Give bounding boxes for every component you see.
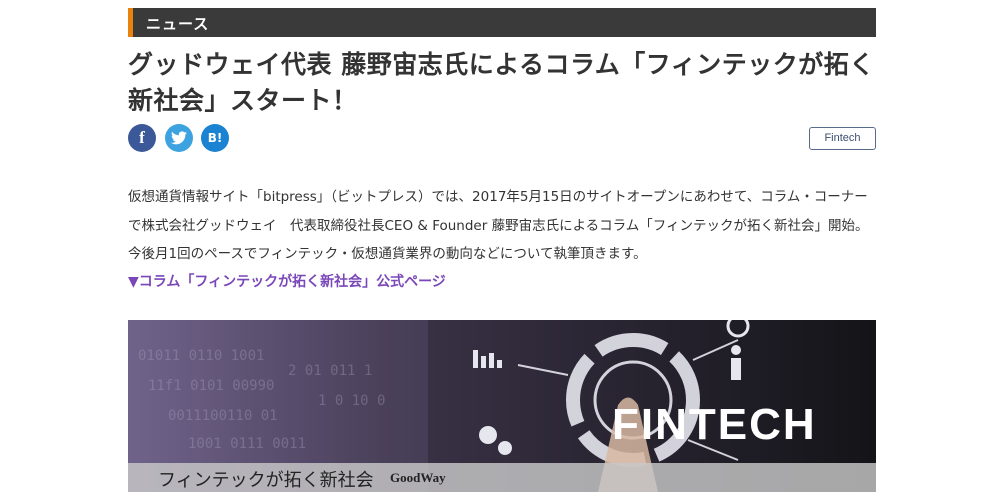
banner-caption: フィンテックが拓く新社会 bbox=[158, 470, 374, 491]
article-title: グッドウェイ代表 藤野宙志氏によるコラム「フィンテックが拓く新社会」スタート！ bbox=[128, 50, 875, 115]
section-header: ニュース bbox=[128, 8, 876, 37]
section-label: ニュース bbox=[146, 15, 210, 33]
tag-fintech[interactable]: Fintech bbox=[809, 127, 876, 150]
twitter-share-button[interactable] bbox=[165, 124, 193, 152]
banner-caption-bar: フィンテックが拓く新社会 GoodWay bbox=[128, 463, 876, 492]
goodway-logo: GoodWay bbox=[390, 470, 446, 485]
article-body: 仮想通貨情報サイト「bitpress」（ビットプレス）では、2017年5月15日… bbox=[128, 189, 869, 262]
hatena-icon: B! bbox=[207, 131, 223, 145]
hatena-bookmark-button[interactable]: B! bbox=[201, 124, 229, 152]
column-page-link[interactable]: ▼コラム「フィンテックが拓く新社会」公式ページ bbox=[128, 271, 446, 291]
fintech-banner-image: 01011 0110 1001 11f1 0101 00990 00111001… bbox=[128, 320, 876, 492]
facebook-icon: f bbox=[139, 128, 145, 147]
twitter-bird-icon bbox=[171, 131, 187, 145]
banner-fintech-word: FINTECH bbox=[612, 400, 817, 449]
facebook-share-button[interactable]: f bbox=[128, 124, 156, 152]
